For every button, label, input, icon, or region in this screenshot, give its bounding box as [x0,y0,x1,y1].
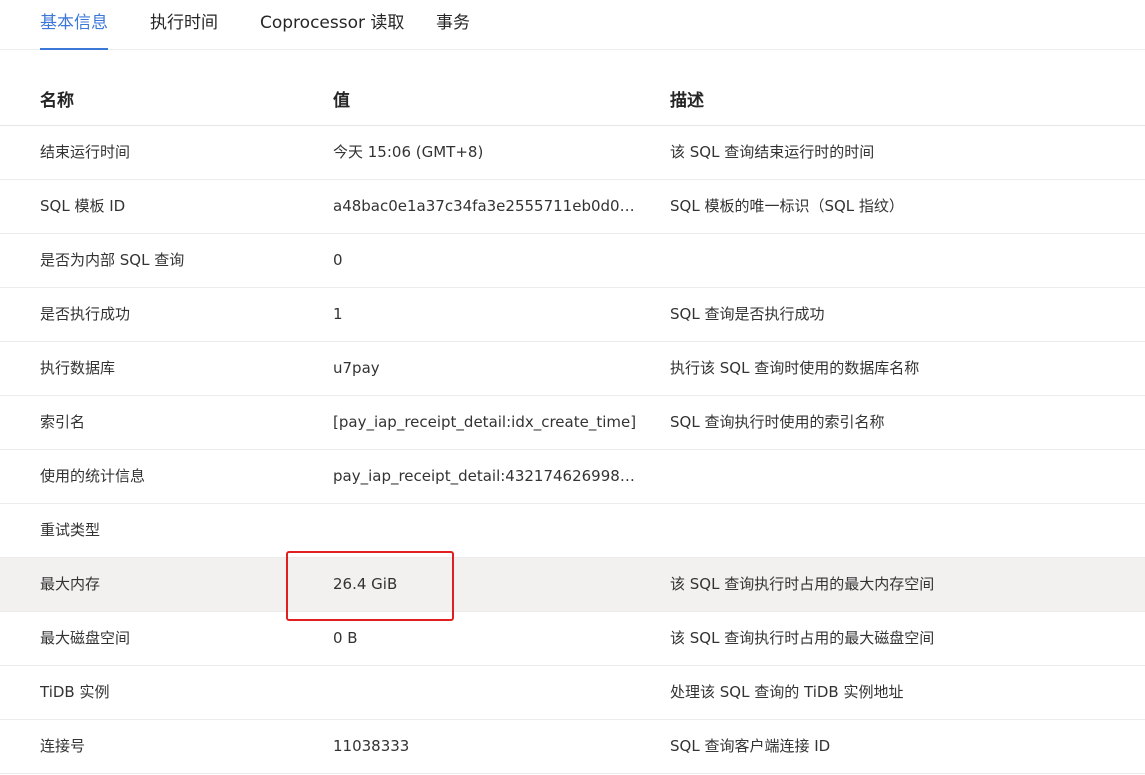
row-description [670,234,1140,287]
table-row-hovered: 最大内存 26.4 GiB 该 SQL 查询执行时占用的最大内存空间 [0,558,1145,612]
tab-coprocessor-read[interactable]: Coprocessor 读取 [260,0,404,50]
row-value: [pay_iap_receipt_detail:idx_create_time] [333,413,637,431]
row-value: 今天 15:06 (GMT+8) [333,143,484,161]
row-name: 最大内存 [40,575,101,593]
row-name: 是否执行成功 [40,305,131,323]
row-value: 0 B [333,629,358,647]
row-value [333,504,643,557]
table-row: 结束运行时间 今天 15:06 (GMT+8) 该 SQL 查询结束运行时的时间 [0,126,1145,180]
row-description: 处理该 SQL 查询的 TiDB 实例地址 [670,683,904,701]
row-value: pay_iap_receipt_detail:4321746269980590.… [333,467,643,485]
table-row: 索引名 [pay_iap_receipt_detail:idx_create_t… [0,396,1145,450]
row-name: 是否为内部 SQL 查询 [40,251,185,269]
row-name: 结束运行时间 [40,143,131,161]
row-description [670,450,1140,503]
table-row: 使用的统计信息 pay_iap_receipt_detail:432174626… [0,450,1145,504]
header-value: 值 [333,91,350,111]
table-row: 执行数据库 u7pay 执行该 SQL 查询时使用的数据库名称 [0,342,1145,396]
header-description: 描述 [670,91,704,111]
row-description: SQL 查询是否执行成功 [670,305,825,323]
row-description: 执行该 SQL 查询时使用的数据库名称 [670,359,920,377]
row-description: SQL 查询客户端连接 ID [670,737,831,755]
table-row: TiDB 实例 处理该 SQL 查询的 TiDB 实例地址 [0,666,1145,720]
row-name: 执行数据库 [40,359,116,377]
row-value: 1 [333,305,343,323]
row-description: 该 SQL 查询执行时占用的最大磁盘空间 [670,629,935,647]
row-description: SQL 模板的唯一标识（SQL 指纹） [670,197,904,215]
tab-transaction[interactable]: 事务 [436,0,470,50]
row-name: 使用的统计信息 [40,467,146,485]
row-description: SQL 查询执行时使用的索引名称 [670,413,885,431]
row-name: TiDB 实例 [40,683,110,701]
table-row: 重试类型 [0,504,1145,558]
row-description [670,504,1140,557]
row-value: 11038333 [333,737,410,755]
row-description: 该 SQL 查询执行时占用的最大内存空间 [670,575,935,593]
tab-bar: 基本信息 执行时间 Coprocessor 读取 事务 [0,0,1145,50]
row-value: u7pay [333,359,380,377]
table-row: 最大磁盘空间 0 B 该 SQL 查询执行时占用的最大磁盘空间 [0,612,1145,666]
table-row: SQL 模板 ID a48bac0e1a37c34fa3e2555711eb0d… [0,180,1145,234]
info-table: 名称 值 描述 结束运行时间 今天 15:06 (GMT+8) 该 SQL 查询… [0,50,1145,774]
tab-basic-info[interactable]: 基本信息 [40,0,108,50]
row-name: 连接号 [40,737,86,755]
row-name: SQL 模板 ID [40,197,126,215]
row-value: 0 [333,251,343,269]
table-row: 是否为内部 SQL 查询 0 [0,234,1145,288]
tab-execution-time[interactable]: 执行时间 [150,0,218,50]
row-name: 最大磁盘空间 [40,629,131,647]
table-header: 名称 值 描述 [0,50,1145,126]
header-name: 名称 [40,91,74,111]
row-name: 重试类型 [40,521,101,539]
row-value: a48bac0e1a37c34fa3e2555711eb0d053c1... [333,197,643,215]
row-description: 该 SQL 查询结束运行时的时间 [670,143,875,161]
table-row: 是否执行成功 1 SQL 查询是否执行成功 [0,288,1145,342]
row-name: 索引名 [40,413,86,431]
table-row: 连接号 11038333 SQL 查询客户端连接 ID [0,720,1145,774]
row-value [333,666,643,719]
row-value: 26.4 GiB [333,575,398,593]
